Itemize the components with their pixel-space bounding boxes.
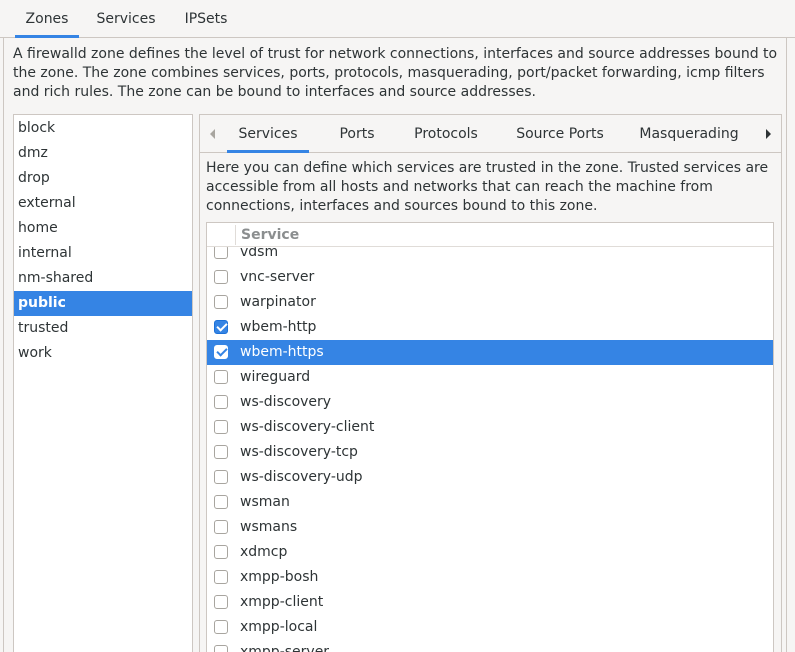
tab-ipsets[interactable]: IPSets [174,0,238,38]
table-row[interactable]: wbem-https [207,340,773,365]
service-checkbox[interactable] [214,420,228,434]
service-checkbox[interactable] [214,595,228,609]
zone-item-internal[interactable]: internal [14,241,192,266]
zone-settings-tab-bar: Services Ports Protocols Source Ports Ma… [200,115,781,153]
zone-item-work[interactable]: work [14,341,192,366]
service-name: wbem-https [240,344,324,360]
zone-item-dmz[interactable]: dmz [14,141,192,166]
service-name: warpinator [240,294,316,310]
service-column-header-label[interactable]: Service [241,223,299,247]
zone-settings-panel: Services Ports Protocols Source Ports Ma… [199,114,782,652]
column-divider [235,225,236,245]
service-name: ws-discovery-udp [240,469,363,485]
service-checkbox[interactable] [214,520,228,534]
zone-item-trusted[interactable]: trusted [14,316,192,341]
triangle-left-icon[interactable] [203,115,223,153]
table-row[interactable]: wsmans [207,515,773,540]
triangle-right-icon[interactable] [758,115,778,153]
tab-protocols[interactable]: Protocols [405,115,487,153]
table-row[interactable]: ws-discovery-udp [207,465,773,490]
table-row[interactable]: ws-discovery-client [207,415,773,440]
table-row[interactable]: xdmcp [207,540,773,565]
service-name: ws-discovery [240,394,332,410]
table-row[interactable]: wbem-http [207,315,773,340]
tab-services[interactable]: Services [227,115,309,153]
services-table[interactable]: Service vdsm vnc-server warpinator wbem-… [206,222,774,652]
zone-item-block[interactable]: block [14,116,192,141]
service-name: ws-discovery-tcp [240,444,358,460]
services-description: Here you can define which services are t… [206,160,769,214]
zone-list[interactable]: block dmz drop external home internal nm… [13,114,193,652]
service-name: xmpp-server [240,644,330,652]
service-name: vnc-server [240,269,315,285]
table-row[interactable]: wireguard [207,365,773,390]
zone-item-nm-shared[interactable]: nm-shared [14,266,192,291]
table-row[interactable]: ws-discovery-tcp [207,440,773,465]
service-checkbox[interactable] [214,620,228,634]
main-tab-bar: Zones Services IPSets [0,0,795,38]
table-row[interactable]: ws-discovery [207,390,773,415]
service-checkbox[interactable] [214,445,228,459]
service-checkbox[interactable] [214,295,228,309]
table-row[interactable]: wsman [207,490,773,515]
service-checkbox[interactable] [214,395,228,409]
window-right-border [786,0,787,652]
table-row[interactable]: xmpp-client [207,590,773,615]
tab-source-ports[interactable]: Source Ports [508,115,612,153]
service-name: wsmans [240,519,298,535]
zone-item-external[interactable]: external [14,191,192,216]
tab-masquerading[interactable]: Masquerading [634,115,744,153]
service-checkbox[interactable] [214,645,228,652]
services-table-header-overlay: Service [207,223,773,247]
service-checkbox[interactable] [214,370,228,384]
service-name: xmpp-client [240,594,324,610]
service-checkbox[interactable] [214,270,228,284]
service-checkbox[interactable] [214,495,228,509]
service-checkbox[interactable] [214,570,228,584]
tab-zones[interactable]: Zones [15,0,79,38]
zone-description: A firewalld zone defines the level of tr… [13,46,778,100]
tab-ports[interactable]: Ports [328,115,386,153]
service-checkbox[interactable] [214,245,228,259]
service-name: xmpp-bosh [240,569,319,585]
service-name: xdmcp [240,544,288,560]
table-row[interactable]: xmpp-bosh [207,565,773,590]
table-row[interactable]: warpinator [207,290,773,315]
service-name: wbem-http [240,319,317,335]
service-name: wireguard [240,369,311,385]
table-row[interactable]: vnc-server [207,265,773,290]
window-left-border [3,0,4,652]
service-checkbox[interactable] [214,545,228,559]
service-name: ws-discovery-client [240,419,375,435]
zone-item-drop[interactable]: drop [14,166,192,191]
zone-item-public[interactable]: public [14,291,192,316]
table-row[interactable]: xmpp-local [207,615,773,640]
service-checkbox[interactable] [214,320,228,334]
table-row[interactable]: xmpp-server [207,640,773,652]
service-name: xmpp-local [240,619,318,635]
service-name: wsman [240,494,290,510]
service-checkbox[interactable] [214,345,228,359]
service-checkbox[interactable] [214,470,228,484]
zone-item-home[interactable]: home [14,216,192,241]
tab-services[interactable]: Services [88,0,164,38]
